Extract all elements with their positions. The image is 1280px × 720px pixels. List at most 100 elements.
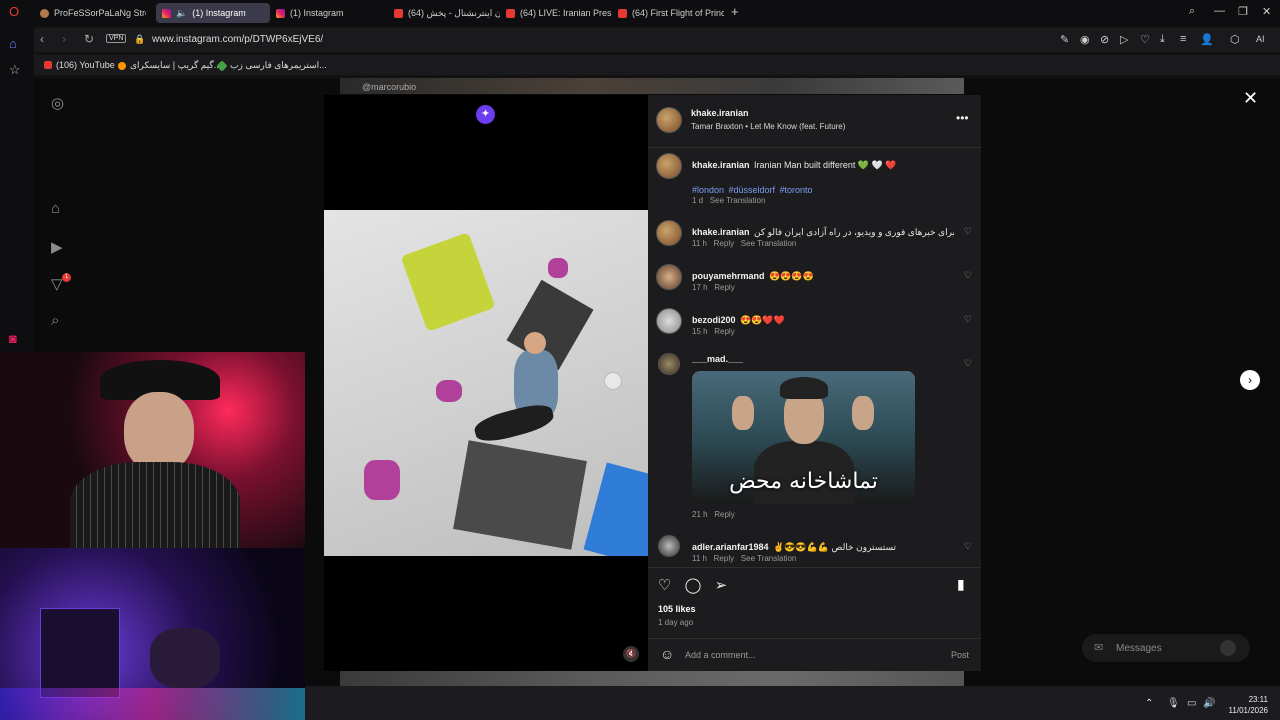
bookmark-youtube[interactable]: (106) YouTube	[44, 60, 115, 70]
comment-user[interactable]: bezodi200	[692, 315, 736, 325]
home-icon[interactable]: ⌂	[51, 200, 60, 217]
like-comment-icon[interactable]: ♡	[964, 314, 972, 325]
avatar[interactable]	[658, 535, 680, 557]
see-translation-link[interactable]: See Translation	[710, 196, 766, 205]
extensions-icon[interactable]: ⬡	[1230, 33, 1240, 46]
search-tabs-icon[interactable]: ⌕	[1189, 5, 1195, 18]
caption-user[interactable]: khake.iranian	[692, 160, 750, 170]
comment-meta: 11 h Reply See Translation	[692, 239, 796, 248]
post-media[interactable]: ✦ 🔇	[324, 95, 648, 671]
tab-live-iranian[interactable]: (64) LIVE: Iranian Presiden	[500, 3, 612, 23]
tab-iran-international[interactable]: (64) ایران اینترنشنال - پخش	[388, 3, 500, 23]
post-author[interactable]: khake.iranian	[691, 108, 749, 118]
hashtag[interactable]: #düsseldorf	[729, 185, 776, 195]
reply-link[interactable]: Reply	[714, 554, 734, 563]
avatar[interactable]	[656, 264, 682, 290]
comment-text: برای خبرهای فوری و ویدیو، در راه آزادی ا…	[753, 227, 954, 237]
share-icon[interactable]: ➢	[715, 577, 728, 594]
menu-icon[interactable]: ≡	[1180, 33, 1186, 45]
search-icon[interactable]: ⌕	[51, 312, 59, 329]
save-icon[interactable]: ▮	[957, 576, 965, 593]
new-tab-button[interactable]: +	[731, 4, 739, 19]
bookmark-gamegrip[interactable]: گیم گریپ | سایسکرای...	[118, 60, 221, 71]
comment-input[interactable]: Add a comment...	[685, 650, 756, 660]
divider	[648, 567, 981, 568]
hashtag[interactable]: #london	[692, 185, 724, 195]
more-options-icon[interactable]: •••	[956, 111, 969, 125]
comment-icon[interactable]: ◯	[685, 577, 702, 594]
forward-icon[interactable]: ›	[62, 32, 66, 46]
avatar[interactable]	[656, 220, 682, 246]
filter-icon[interactable]: ▽	[51, 275, 63, 293]
like-comment-icon[interactable]: ♡	[964, 541, 972, 552]
minimize-button[interactable]: —	[1214, 5, 1225, 17]
heart-icon[interactable]: ♡	[1140, 33, 1150, 46]
chevron-up-icon[interactable]: ⌃	[1145, 698, 1153, 709]
ai-button[interactable]: AI	[1256, 34, 1265, 44]
download-icon[interactable]: ⤓	[1160, 33, 1165, 46]
see-translation-link[interactable]: See Translation	[741, 554, 797, 563]
play-icon[interactable]: ▷	[1120, 33, 1128, 46]
tab-stream[interactable]: ProFeSSorPaLaNg Stream	[34, 3, 146, 23]
clock[interactable]: 23:11 11/01/2026	[1229, 694, 1268, 716]
avatar[interactable]	[656, 153, 682, 179]
emoji-icon[interactable]: ☺	[660, 646, 674, 662]
comment-meta: 21 h Reply	[692, 510, 735, 519]
comment-gif[interactable]: تماشاخانه محض	[692, 371, 915, 504]
opera-logo-icon[interactable]: O	[9, 4, 19, 19]
reply-link[interactable]: Reply	[714, 239, 734, 248]
url-field[interactable]: www.instagram.com/p/DTWP6xEjVE6/	[152, 34, 323, 45]
instagram-sidebar-icon[interactable]: ◙	[9, 331, 17, 346]
like-comment-icon[interactable]: ♡	[964, 358, 972, 369]
avatar[interactable]	[656, 308, 682, 334]
reels-icon[interactable]: ▶	[51, 238, 63, 256]
clock-date: 11/01/2026	[1228, 706, 1268, 715]
display-icon[interactable]: ▭	[1187, 698, 1196, 709]
tab-first-flight[interactable]: (64) First Flight of Prince R	[612, 3, 724, 23]
reload-icon[interactable]: ↻	[84, 32, 94, 46]
edit-icon[interactable]: ✎	[1060, 33, 1069, 46]
comment-user[interactable]: ___mad.___	[692, 354, 743, 364]
camera-icon[interactable]: ◉	[1080, 33, 1090, 46]
instagram-logo-icon[interactable]: ◎	[51, 94, 64, 112]
volume-icon[interactable]: 🔊	[1203, 698, 1215, 709]
close-modal-icon[interactable]: ✕	[1243, 88, 1258, 109]
likes-count[interactable]: 105 likes	[658, 604, 696, 614]
mute-icon[interactable]: 🔇	[623, 646, 639, 662]
comment-user[interactable]: khake.iranian	[692, 227, 750, 237]
next-post-icon[interactable]: ›	[1240, 370, 1260, 390]
tab-instagram[interactable]: (1) Instagram	[270, 3, 384, 23]
audio-track[interactable]: Tamar Braxton • Let Me Know (feat. Futur…	[691, 122, 845, 131]
messages-label: Messages	[1116, 643, 1162, 654]
profile-icon[interactable]: 👤	[1200, 33, 1214, 46]
vpn-badge[interactable]: VPN	[106, 34, 127, 43]
comment-time: 21 h	[692, 510, 708, 519]
post-comment-button[interactable]: Post	[951, 650, 969, 660]
hashtag[interactable]: #toronto	[779, 185, 812, 195]
lock-icon[interactable]: 🔒	[134, 34, 145, 45]
reply-link[interactable]: Reply	[714, 510, 734, 519]
back-icon[interactable]: ‹	[40, 32, 44, 46]
microphone-icon[interactable]: 🎙	[1167, 698, 1180, 709]
reply-link[interactable]: Reply	[714, 327, 734, 336]
messages-button[interactable]: ✉ Messages	[1082, 634, 1250, 662]
home-icon[interactable]: ⌂	[9, 36, 17, 51]
tab-instagram-active[interactable]: 🔈 (1) Instagram	[156, 3, 270, 23]
comment-user[interactable]: pouyamehrmand	[692, 271, 765, 281]
like-comment-icon[interactable]: ♡	[964, 270, 972, 281]
like-comment-icon[interactable]: ♡	[964, 226, 972, 237]
maximize-button[interactable]: ❐	[1238, 5, 1248, 18]
ai-sparkle-icon[interactable]: ✦	[476, 105, 495, 124]
shield-icon[interactable]: ⊘	[1100, 33, 1109, 46]
like-icon[interactable]: ♡	[658, 577, 671, 594]
comment-user[interactable]: adler.arianfar1984	[692, 542, 769, 552]
reply-link[interactable]: Reply	[714, 283, 734, 292]
star-icon[interactable]: ☆	[9, 62, 21, 78]
close-window-button[interactable]: ✕	[1262, 5, 1271, 18]
bookmark-streamers[interactable]: استریمرهای فارسی زب...	[216, 59, 327, 72]
comment-meta: 15 h Reply	[692, 327, 735, 336]
see-translation-link[interactable]: See Translation	[741, 239, 797, 248]
avatar[interactable]	[658, 353, 680, 375]
avatar[interactable]	[656, 107, 682, 133]
volume-hold	[400, 232, 496, 332]
